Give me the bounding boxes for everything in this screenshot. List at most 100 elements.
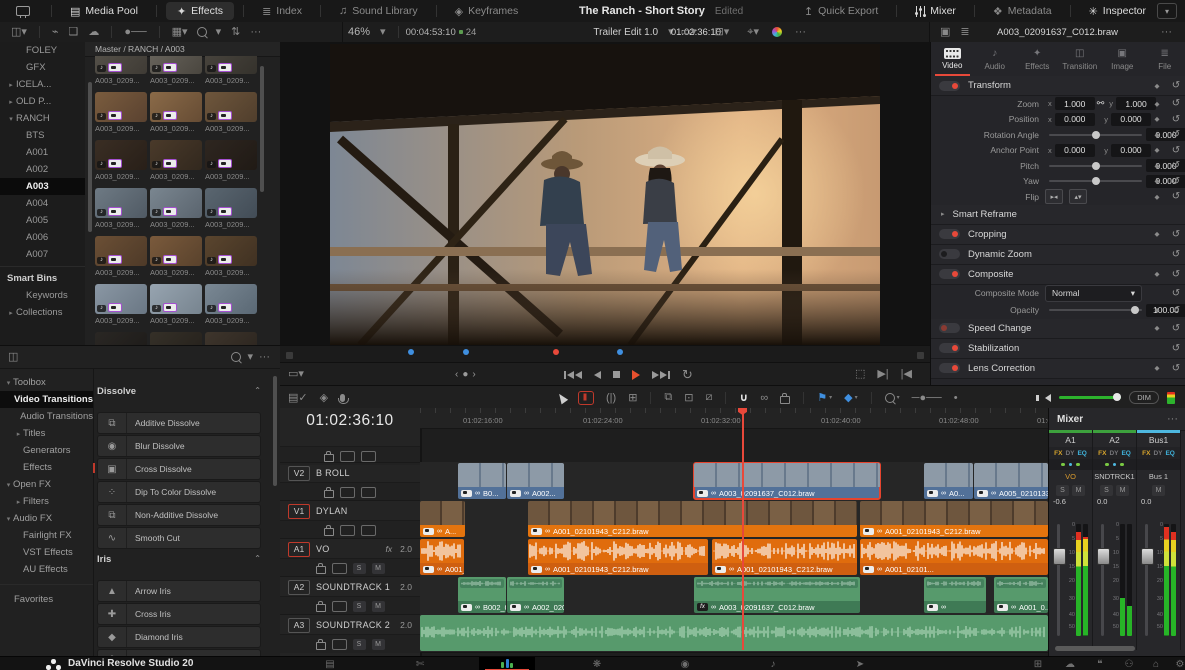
timeline-clip[interactable]: ∞ A001_02101943_C212.braw	[860, 501, 1048, 537]
keyframe-icon[interactable]: ◆	[1148, 306, 1166, 314]
top-button-sound-library[interactable]: ♫ Sound Library	[328, 0, 429, 22]
inspector-section-stabilization[interactable]: Stabilization ↺	[931, 338, 1185, 359]
sidebar-bin-oldp[interactable]: ▸ OLD P...	[0, 93, 85, 110]
reset-icon[interactable]: ↺	[1166, 145, 1185, 156]
track-header-v2[interactable]: V2 B ROLL	[280, 462, 420, 483]
media-clip-thumbnail[interactable]: ♪	[150, 56, 202, 74]
reset-icon[interactable]: ↺	[1166, 288, 1185, 299]
page-button-active-edit-page-icon[interactable]	[479, 657, 535, 670]
smart-bin-keywords[interactable]: Keywords	[0, 287, 85, 304]
effect-non-additive-dissolve[interactable]: ⧉ Non-Additive Dissolve	[97, 504, 261, 526]
mute-button[interactable]: M	[1152, 484, 1165, 496]
mute-button[interactable]: M	[371, 600, 385, 612]
effects-category-favorites[interactable]: Favorites	[0, 591, 93, 608]
keyframe-icon[interactable]: ◆	[1148, 193, 1166, 201]
effects-category-open-fx[interactable]: ▾ Open FX	[0, 476, 93, 493]
media-clip-thumbnail[interactable]: ♪	[150, 284, 202, 314]
chevron-right-icon[interactable]: ▸	[6, 81, 16, 89]
section-toggle[interactable]	[939, 269, 960, 279]
dynamic-trim-icon[interactable]: (|)	[606, 392, 616, 404]
top-button-metadata[interactable]: ❖ Metadata	[982, 0, 1063, 22]
timeline-name[interactable]: Trailer Edit 1.0	[593, 27, 658, 38]
inspector-section-cropping[interactable]: Cropping ◆ ↺	[931, 224, 1185, 245]
color-wheel-icon[interactable]	[772, 27, 782, 37]
reset-icon[interactable]: ↺	[1166, 323, 1185, 334]
effect-cross-iris[interactable]: ✚ Cross Iris	[97, 603, 261, 625]
mixer-scrollbar[interactable]	[1055, 646, 1135, 651]
viewer-mode-icon[interactable]: ▭▾	[681, 26, 697, 38]
sidebar-bin-a002[interactable]: A002	[0, 161, 85, 178]
track-header-a3[interactable]: A3 SOUNDTRACK 2 2.0	[280, 614, 420, 635]
thumbnail-view-icon[interactable]: ▣	[940, 26, 950, 38]
y-value-field[interactable]: 0.000	[1111, 143, 1152, 157]
top-button-quick-export[interactable]: ↥ Quick Export	[793, 0, 889, 22]
mute-button[interactable]: M	[371, 638, 385, 650]
media-clip-thumbnail[interactable]: ♪	[205, 188, 257, 218]
mute-button[interactable]: M	[1116, 484, 1129, 496]
auto-select-icon[interactable]	[331, 600, 347, 612]
strip-fx-button[interactable]: FX	[1098, 450, 1106, 457]
section-toggle[interactable]	[939, 249, 960, 259]
mixer-options-icon[interactable]: ···	[1167, 413, 1178, 425]
effect-cross-dissolve[interactable]: ▣ Cross Dissolve	[93, 458, 261, 480]
reset-icon[interactable]: ↺	[1166, 229, 1185, 240]
inspector-tab-audio[interactable]: ♪ Audio	[974, 42, 1017, 76]
track-fx-label[interactable]: fx	[386, 544, 393, 554]
replace-clip-icon[interactable]: ⧄	[705, 391, 712, 404]
goto-in-icon[interactable]: |◀	[901, 369, 912, 380]
keyframe-icon[interactable]: ◆	[1148, 324, 1166, 332]
overwrite-clip-icon[interactable]: ⊡	[684, 391, 693, 404]
stop-button[interactable]	[613, 371, 620, 378]
lock-icon[interactable]	[315, 601, 326, 612]
marker-blue[interactable]	[463, 349, 469, 355]
section-toggle[interactable]	[939, 80, 960, 91]
timeline-view-options-icon[interactable]: ▤✓	[288, 391, 308, 404]
section-toggle[interactable]	[939, 363, 960, 373]
media-clip-thumbnail[interactable]: ♪	[205, 236, 257, 266]
keyframe-icon[interactable]: ◆	[1148, 270, 1166, 278]
scrollbar[interactable]	[260, 66, 264, 192]
timeline-clip[interactable]: ∞ A003_02091637_C012.braw	[693, 462, 881, 500]
param-slider[interactable]	[1049, 177, 1142, 186]
zoom-detail-icon[interactable]: •	[954, 392, 958, 404]
track-header-a2[interactable]: A2 SOUNDTRACK 1 2.0	[280, 576, 420, 597]
flip-horizontal-button[interactable]: ▸◂	[1045, 189, 1063, 205]
slider-handle[interactable]	[1091, 177, 1100, 186]
timeline-clip[interactable]: ∞ A001_02101943_C212.braw	[712, 539, 857, 575]
auto-select-icon[interactable]	[331, 562, 347, 574]
inspector-section-speed-change[interactable]: Speed Change ◆ ↺	[931, 318, 1185, 339]
page-button-deliver-page-icon[interactable]: ➤	[850, 658, 870, 670]
media-clip-thumbnail[interactable]: ♪	[95, 92, 147, 122]
inspector-section-dynamic-zoom[interactable]: Dynamic Zoom ↺	[931, 244, 1185, 265]
media-clip-thumbnail[interactable]: ♪	[95, 332, 147, 345]
track-header-v1[interactable]: V1 DYLAN	[280, 500, 420, 521]
auto-select-icon[interactable]	[331, 638, 347, 650]
timeline-zoom-icon[interactable]: ▾	[884, 392, 900, 403]
media-clip-thumbnail[interactable]: ♪	[205, 140, 257, 170]
strip-eq-button[interactable]: EQ	[1165, 450, 1174, 457]
resize-viewer-icon[interactable]: ▭▾	[288, 369, 304, 380]
keyframe-icon[interactable]: ◆	[1148, 177, 1166, 185]
smart-bin-collections[interactable]: ▸ Collections	[0, 304, 85, 321]
sidebar-bin-icela[interactable]: ▸ ICELA...	[0, 76, 85, 93]
snapping-magnet-icon[interactable]: ∪	[739, 391, 748, 404]
cloud-media-icon[interactable]: ☁	[88, 26, 99, 38]
section-toggle[interactable]	[939, 343, 960, 353]
chevron-right-icon[interactable]: ▸	[14, 498, 23, 506]
inspector-section-smart-reframe[interactable]: ▸ Smart Reframe	[931, 204, 1185, 225]
monitor-volume-slider[interactable]	[1059, 393, 1122, 401]
effect-additive-dissolve[interactable]: ⧉ Additive Dissolve	[97, 412, 261, 434]
plugin-dot[interactable]	[1112, 462, 1117, 467]
collapse-icon[interactable]: ⌃	[254, 554, 261, 563]
scrollbar[interactable]	[273, 376, 277, 486]
top-button-keyframes[interactable]: ◈ Keyframes	[444, 0, 530, 22]
x-value-field[interactable]: 0.000	[1054, 143, 1095, 157]
plugin-dot[interactable]	[1061, 462, 1065, 467]
reset-icon[interactable]: ↺	[1166, 98, 1185, 109]
chevron-down-icon[interactable]: ▾	[247, 351, 253, 363]
chat-icon[interactable]: ❝	[1090, 658, 1110, 670]
inspector-section-transform[interactable]: Transform ◆ ↺	[931, 76, 1185, 96]
strip-dy-button[interactable]: DY	[1065, 450, 1074, 457]
cloud-icon[interactable]: ☁	[1060, 658, 1080, 670]
plugin-dot[interactable]	[1068, 462, 1073, 467]
